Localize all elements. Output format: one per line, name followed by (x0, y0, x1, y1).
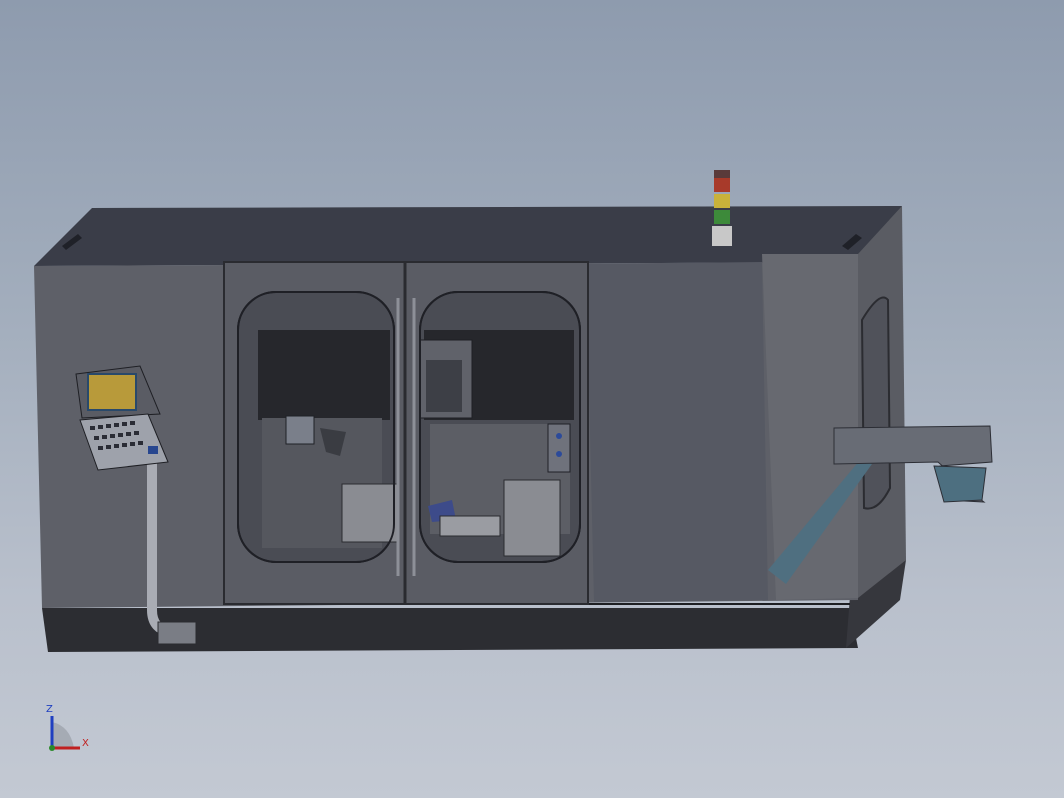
control-panel-screen (87, 373, 137, 411)
signal-light-red (714, 178, 730, 192)
y-axis (49, 745, 55, 751)
rotary-table (341, 483, 399, 543)
signal-light-green (714, 210, 730, 224)
signal-light-yellow (714, 194, 730, 208)
triad-xz-plane (52, 722, 74, 748)
tool-changer (547, 423, 571, 473)
spindle-head (285, 415, 315, 445)
side-window (860, 296, 892, 510)
z-axis-label: Z (46, 704, 53, 715)
x-axis-label: X (82, 738, 89, 749)
cad-viewport[interactable]: Z X (0, 0, 1064, 798)
coordinate-triad: Z X (46, 704, 89, 751)
cnc-machine-model[interactable] (34, 170, 993, 652)
arm-mount (157, 621, 197, 645)
enclosure-right-panel (586, 262, 768, 602)
conveyor-bin (933, 465, 987, 503)
signal-tower (712, 170, 732, 246)
